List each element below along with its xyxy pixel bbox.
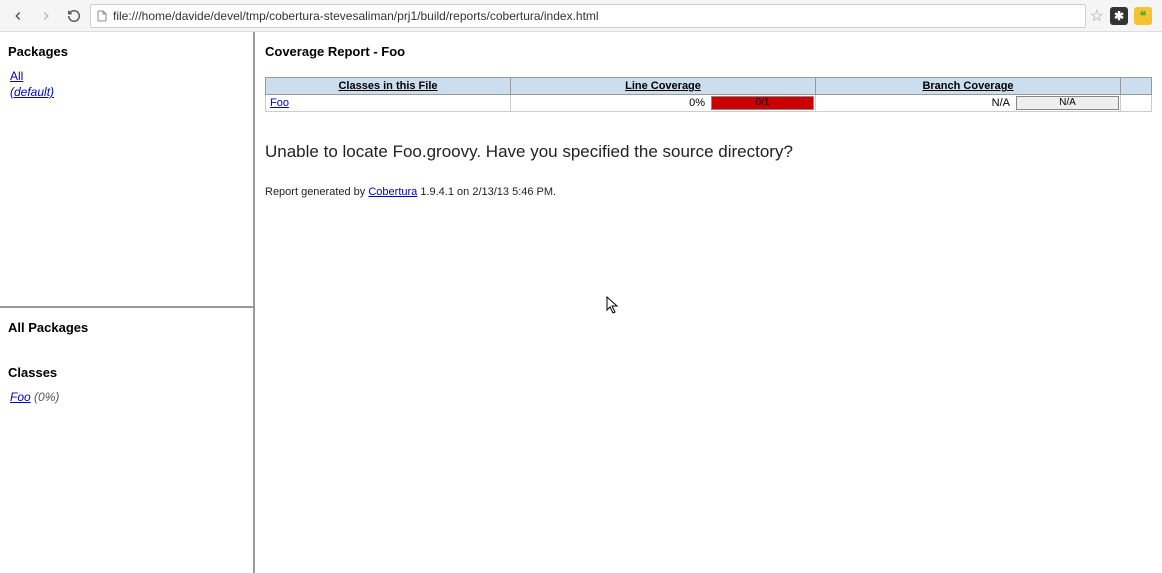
all-packages-title: All Packages [8, 320, 245, 335]
report-footer: Report generated by Cobertura 1.9.4.1 on… [265, 186, 1152, 198]
bookmark-star-icon[interactable]: ☆ [1090, 6, 1104, 26]
header-classes[interactable]: Classes in this File [266, 78, 511, 95]
cobertura-link[interactable]: Cobertura [368, 186, 417, 198]
line-coverage-bar: 0/1 [711, 96, 814, 110]
branch-coverage-bar-text: N/A [1017, 97, 1118, 109]
page-icon [95, 9, 109, 23]
class-link-foo[interactable]: Foo [270, 97, 289, 109]
coverage-table: Classes in this File Line Coverage Branc… [265, 77, 1152, 112]
header-line-coverage[interactable]: Line Coverage [511, 78, 816, 95]
report-title: Coverage Report - Foo [265, 44, 1152, 59]
link-default-package[interactable]: (default) [10, 85, 54, 99]
line-coverage-pct: 0% [511, 95, 711, 111]
extension-icon-2[interactable]: ❝ [1134, 7, 1152, 25]
extension-icon[interactable]: ✱ [1110, 7, 1128, 25]
branch-coverage-bar: N/A [1016, 96, 1119, 110]
line-coverage-bar-text: 0/1 [712, 97, 813, 109]
footer-suffix: 1.9.4.1 on 2/13/13 5:46 PM. [417, 186, 556, 198]
table-header-row: Classes in this File Line Coverage Branc… [266, 78, 1152, 95]
footer-prefix: Report generated by [265, 186, 368, 198]
class-pct: (0%) [34, 390, 59, 404]
link-all-packages[interactable]: All [10, 69, 23, 83]
link-class-foo[interactable]: Foo [10, 390, 31, 404]
back-button[interactable] [6, 4, 30, 28]
error-message: Unable to locate Foo.groovy. Have you sp… [265, 142, 1152, 162]
classes-title: Classes [8, 365, 245, 380]
extra-cell [1121, 95, 1152, 112]
url-text: file:///home/davide/devel/tmp/cobertura-… [113, 9, 599, 23]
packages-title: Packages [8, 44, 245, 59]
table-row: Foo 0% 0/1 N/A [266, 95, 1152, 112]
header-extra[interactable] [1121, 78, 1152, 95]
browser-toolbar: file:///home/davide/devel/tmp/cobertura-… [0, 0, 1162, 32]
url-bar[interactable]: file:///home/davide/devel/tmp/cobertura-… [90, 4, 1086, 28]
forward-button[interactable] [34, 4, 58, 28]
report-pane: Coverage Report - Foo Classes in this Fi… [255, 32, 1162, 573]
branch-coverage-pct: N/A [816, 95, 1016, 111]
header-branch-coverage[interactable]: Branch Coverage [816, 78, 1121, 95]
packages-pane: Packages All (default) [0, 32, 253, 308]
reload-button[interactable] [62, 4, 86, 28]
classes-pane: All Packages Classes Foo (0%) [0, 308, 253, 573]
